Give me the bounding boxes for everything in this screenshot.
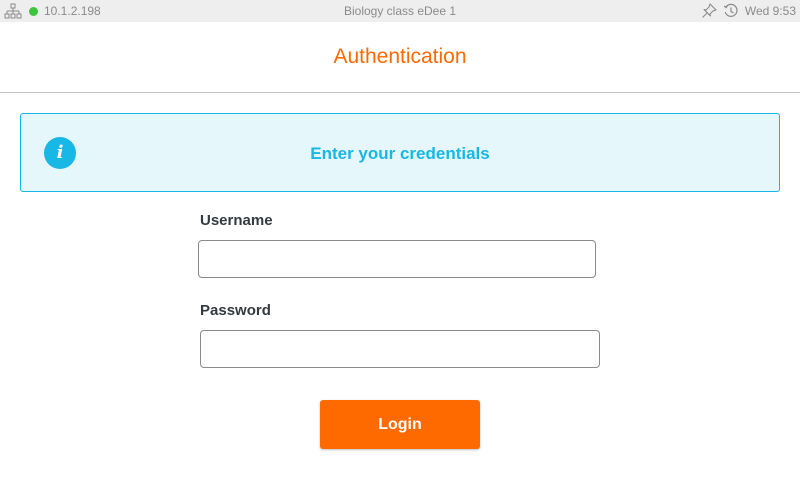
status-right: Wed 9:53 — [701, 3, 796, 19]
login-button[interactable]: Login — [320, 400, 480, 449]
info-banner: i Enter your credentials — [20, 113, 780, 192]
password-label: Password — [200, 302, 271, 319]
page-header: Authentication — [0, 22, 800, 93]
info-message: Enter your credentials — [310, 144, 490, 163]
pin-icon — [701, 3, 717, 19]
status-bar: 10.1.2.198 Biology class eDee 1 Wed 9:53 — [0, 0, 800, 22]
username-label: Username — [200, 212, 273, 229]
username-input[interactable] — [198, 240, 596, 278]
device-title: Biology class eDee 1 — [343, 4, 457, 18]
password-input[interactable] — [200, 330, 600, 368]
clock-time: Wed 9:53 — [744, 4, 796, 18]
page-title: Authentication — [333, 45, 467, 68]
clock-icon — [723, 3, 739, 19]
